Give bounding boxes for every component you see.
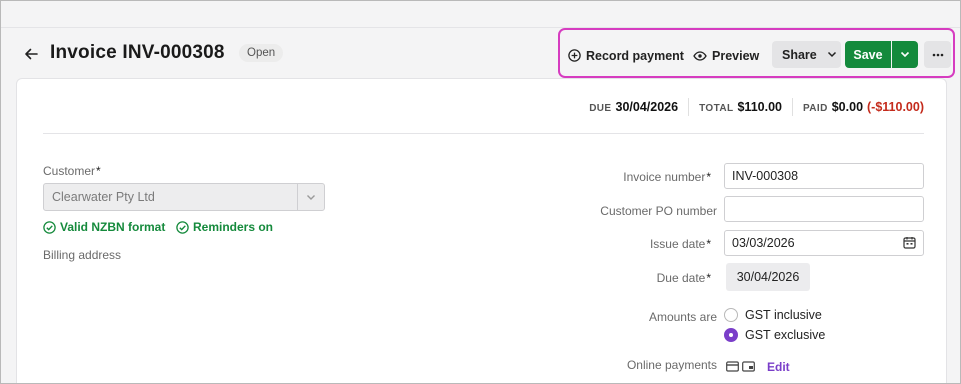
customer-po-field[interactable] [724, 196, 924, 222]
summary-divider [791, 98, 793, 116]
preview-label: Preview [712, 48, 760, 63]
app-frame: Invoice INV-000308 Open Record payment P… [0, 0, 961, 384]
due-summary-label: DUE [589, 103, 612, 114]
preview-button[interactable]: Preview [693, 42, 759, 69]
reminders-status[interactable]: Reminders on [176, 220, 273, 234]
amounts-are-label: Amounts are [648, 310, 717, 324]
summary-divider [688, 98, 690, 116]
paid-summary-value: $0.00 [831, 100, 864, 114]
check-circle-icon [43, 220, 56, 234]
due-date-label: Due date* [656, 271, 711, 285]
reminders-status-label: Reminders on [193, 220, 274, 234]
section-divider [43, 133, 924, 134]
radio-checked-icon [724, 328, 738, 342]
eye-icon [693, 50, 707, 61]
status-badge: Open [239, 44, 284, 62]
radio-unchecked-icon [724, 308, 738, 322]
edit-online-payments-link[interactable]: Edit [767, 360, 790, 374]
due-summary: DUE 30/04/2026 [589, 100, 678, 114]
online-payment-methods [726, 361, 755, 372]
ellipsis-icon [932, 53, 943, 56]
total-summary-label: TOTAL [699, 103, 734, 114]
chevron-down-icon [900, 51, 910, 58]
gst-inclusive-radio[interactable]: GST inclusive [724, 308, 822, 322]
plus-circle-icon [568, 49, 581, 62]
share-label: Share [782, 47, 817, 62]
credit-card-icon [726, 361, 739, 372]
issue-date-value: 03/03/2026 [732, 236, 795, 250]
billing-address-label: Billing address [43, 248, 122, 262]
back-arrow-icon[interactable] [21, 44, 41, 64]
due-date-field[interactable]: 30/04/2026 [726, 263, 810, 291]
customer-value: Clearwater Pty Ltd [52, 190, 155, 204]
total-summary: TOTAL $110.00 [699, 100, 782, 114]
invoice-number-label: Invoice number* [623, 170, 711, 184]
issue-date-label: Issue date* [649, 237, 711, 251]
issue-date-field[interactable]: 03/03/2026 [724, 230, 924, 256]
calendar-icon[interactable] [903, 236, 916, 252]
more-options-button[interactable] [924, 41, 951, 68]
record-payment-label: Record payment [586, 48, 684, 63]
customer-select[interactable]: Clearwater Pty Ltd [43, 183, 325, 211]
due-summary-value: 30/04/2026 [615, 100, 679, 114]
action-toolbar: Record payment Preview Share Save [558, 28, 955, 78]
page-header: Invoice INV-000308 Open Record payment P… [1, 28, 960, 78]
paid-summary: PAID $0.00 (-$110.00) [803, 100, 924, 114]
gst-exclusive-radio[interactable]: GST exclusive [724, 328, 825, 342]
customer-po-label: Customer PO number [600, 204, 717, 218]
page-title: Invoice INV-000308 [50, 42, 225, 63]
bank-transfer-icon [742, 361, 755, 372]
chevron-down-icon[interactable] [297, 184, 324, 210]
customer-label: Customer* [43, 164, 101, 178]
gst-inclusive-label: GST inclusive [745, 308, 822, 322]
nzbn-status[interactable]: Valid NZBN format [43, 220, 165, 234]
total-summary-value: $110.00 [737, 100, 782, 114]
nzbn-status-label: Valid NZBN format [60, 220, 166, 234]
chevron-down-icon [827, 51, 836, 58]
online-payments-label: Online payments [626, 358, 717, 372]
share-button[interactable]: Share [772, 41, 841, 68]
invoice-summary: DUE 30/04/2026 TOTAL $110.00 PAID $0.00 … [589, 98, 924, 116]
gst-exclusive-label: GST exclusive [745, 328, 826, 342]
save-options-button[interactable] [892, 41, 918, 68]
paid-summary-label: PAID [802, 103, 828, 114]
save-button[interactable]: Save [845, 41, 891, 68]
balance-due-value: (-$110.00) [867, 100, 924, 114]
check-circle-icon [176, 220, 189, 234]
invoice-number-field[interactable]: INV-000308 [724, 163, 924, 189]
record-payment-button[interactable]: Record payment [568, 42, 684, 69]
invoice-card: DUE 30/04/2026 TOTAL $110.00 PAID $0.00 … [16, 78, 947, 383]
